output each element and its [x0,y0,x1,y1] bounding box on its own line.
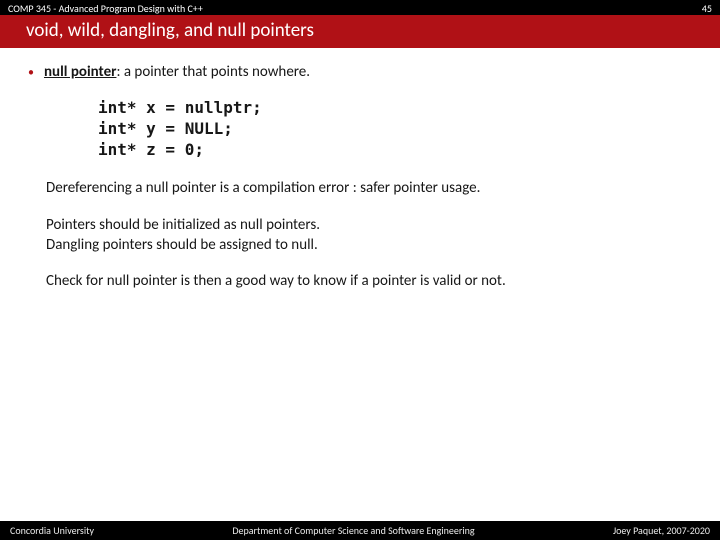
bullet-text: null pointer: a pointer that points nowh… [44,62,310,82]
header-bar: COMP 345 - Advanced Program Design with … [0,0,720,15]
page-number: 45 [702,2,712,15]
code-block: int* x = nullptr; int* y = NULL; int* z … [98,98,700,160]
footer-left: Concordia University [10,524,94,537]
definition: : a pointer that points nowhere. [116,63,310,81]
paragraph: Check for null pointer is then a good wa… [46,271,700,291]
bullet-icon: • [28,62,34,84]
paragraph: Dereferencing a null pointer is a compil… [46,178,700,198]
footer-center: Department of Computer Science and Softw… [232,524,474,537]
course-title: COMP 345 - Advanced Program Design with … [8,2,203,15]
term: null pointer [44,63,116,81]
footer: Concordia University Department of Compu… [0,521,720,540]
footer-right: Joey Paquet, 2007-2020 [613,524,710,537]
bullet-item: • null pointer: a pointer that points no… [28,62,700,84]
paragraph: Pointers should be initialized as null p… [46,215,700,235]
paragraph: Dangling pointers should be assigned to … [46,235,700,255]
slide-title: void, wild, dangling, and null pointers [0,15,720,48]
slide-content: • null pointer: a pointer that points no… [0,48,720,291]
